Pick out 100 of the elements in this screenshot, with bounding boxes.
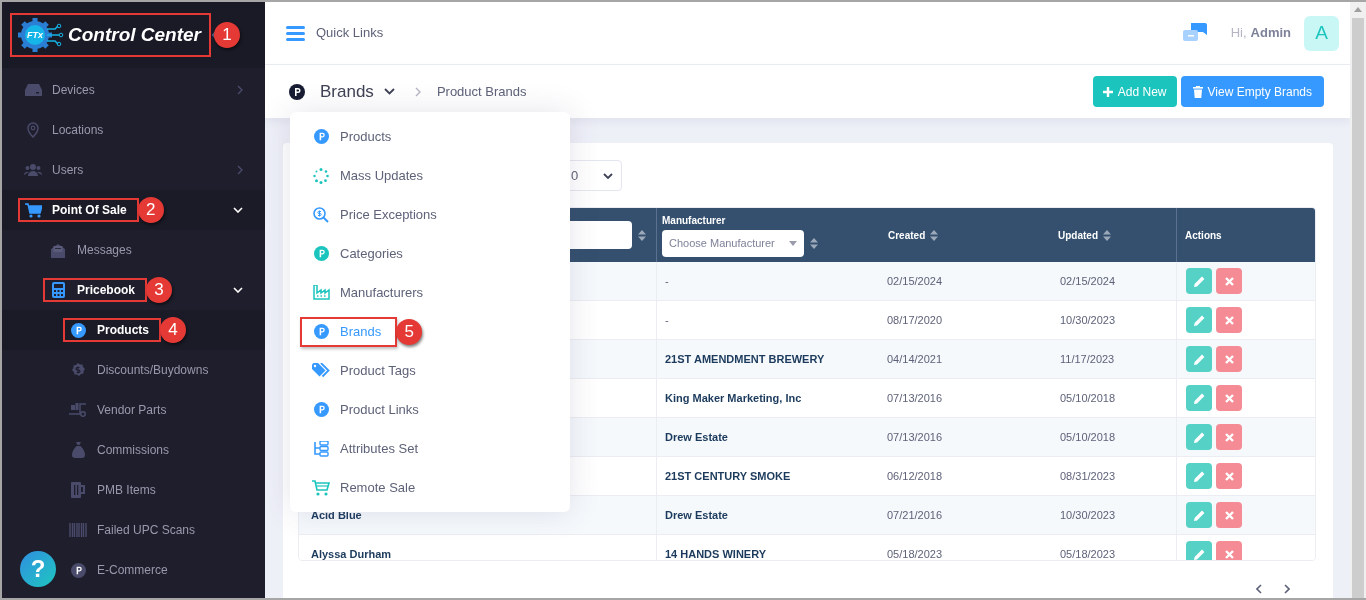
delete-button[interactable] — [1216, 463, 1242, 489]
pencil-icon — [1193, 353, 1205, 365]
table-cell-text: 10/30/2023 — [1060, 312, 1116, 328]
chevron-down-icon[interactable] — [233, 287, 243, 293]
mug-icon — [70, 482, 86, 498]
up-arrow-icon[interactable] — [1354, 7, 1362, 12]
sidebar-item[interactable]: Pricebook — [43, 278, 148, 302]
table-cell-text: Drew Estate — [665, 429, 728, 445]
sidebar-item[interactable]: Messages — [43, 238, 144, 262]
table-cell-text: 06/12/2018 — [887, 468, 943, 484]
menu-item[interactable]: Attributes Set — [300, 433, 435, 464]
drive-icon — [24, 84, 42, 96]
chevron-down-icon — [383, 88, 395, 95]
table-cell-text: 07/13/2016 — [887, 390, 943, 406]
pencil-icon — [1193, 470, 1205, 482]
sidebar-item[interactable]: Devices — [18, 78, 107, 102]
sidebar-item[interactable]: Locations — [18, 118, 116, 142]
cart-icon — [312, 479, 330, 496]
sidebar-item[interactable]: Commissions — [63, 438, 181, 462]
users-icon — [24, 164, 42, 176]
table-cell-text: Alyssa Durham — [311, 546, 392, 560]
delete-button[interactable] — [1216, 502, 1242, 528]
edit-button[interactable] — [1186, 268, 1212, 294]
sort-icon[interactable] — [930, 229, 939, 241]
logo-text: Control Center — [68, 22, 201, 47]
table-cell-text: 02/15/2024 — [1060, 273, 1116, 289]
menu-icon[interactable] — [286, 25, 305, 41]
sidebar-item[interactable]: Users — [18, 158, 96, 182]
sidebar-item[interactable]: Products — [63, 318, 161, 342]
column-header: Actions — [1185, 228, 1222, 243]
table-cell-text: 07/13/2016 — [887, 429, 943, 445]
sort-icon[interactable] — [638, 229, 646, 241]
breadcrumb-text: Product Brands — [436, 82, 527, 101]
delete-button[interactable] — [1216, 385, 1242, 411]
table-cell-text: - — [665, 273, 669, 289]
menu-item[interactable]: Price Exceptions — [300, 199, 453, 230]
caret-down-icon — [789, 241, 797, 246]
dotted-circle-icon — [313, 167, 329, 184]
pencil-icon — [1193, 548, 1205, 560]
edit-button[interactable] — [1186, 424, 1212, 450]
chevron-down-icon[interactable] — [233, 207, 243, 213]
delete-button[interactable] — [1216, 541, 1242, 560]
envelope-icon — [50, 242, 66, 258]
menu-item[interactable]: Remote Sale — [300, 472, 432, 503]
sidebar-item[interactable]: PMB Items — [63, 478, 168, 502]
table-cell-text: 07/21/2016 — [887, 507, 943, 523]
menu-item[interactable]: Categories — [300, 238, 419, 269]
table-cell-text: 05/10/2018 — [1060, 429, 1116, 445]
dollar-badge-icon — [71, 363, 85, 377]
menu-item[interactable]: Product Tags — [300, 355, 432, 386]
menu-item[interactable]: Mass Updates — [300, 160, 440, 191]
sidebar-item[interactable]: Vendor Parts — [63, 398, 179, 422]
sidebar-item[interactable]: Point Of Sale — [18, 198, 139, 222]
p-circle-icon — [70, 562, 86, 578]
edit-button[interactable] — [1186, 307, 1212, 333]
dollar-search-icon — [313, 206, 329, 223]
chevron-right-icon[interactable] — [1284, 584, 1290, 594]
table-cell-text: 05/10/2018 — [1060, 390, 1116, 406]
chat-icon[interactable] — [1182, 23, 1207, 43]
menu-item[interactable]: Products — [300, 121, 408, 152]
table-cell-text: 05/18/2023 — [1060, 546, 1116, 560]
table-cell-text: 05/18/2023 — [887, 546, 943, 560]
callout-badge: 4 — [160, 317, 186, 343]
quick-links-link[interactable]: Quick Links — [316, 23, 384, 43]
p-circle-icon — [313, 402, 329, 417]
close-icon — [1224, 393, 1234, 403]
pencil-icon — [1193, 431, 1205, 443]
delete-button[interactable] — [1216, 307, 1242, 333]
greeting-text: Hi, — [1230, 24, 1247, 43]
close-icon — [1224, 471, 1234, 481]
sidebar-item[interactable]: Failed UPC Scans — [63, 518, 208, 542]
edit-button[interactable] — [1186, 463, 1212, 489]
brands-dropdown[interactable]: Brands — [320, 78, 395, 105]
edit-button[interactable] — [1186, 502, 1212, 528]
column-header: Manufacturer — [662, 214, 727, 228]
pencil-icon — [1193, 275, 1205, 287]
delete-button[interactable] — [1216, 268, 1242, 294]
edit-button[interactable] — [1186, 541, 1212, 560]
sort-icon[interactable] — [1103, 229, 1111, 241]
sidebar-item[interactable]: Discounts/Buydowns — [63, 358, 221, 382]
delete-button[interactable] — [1216, 424, 1242, 450]
scrollbar[interactable] — [1350, 2, 1366, 598]
manufacturer-select[interactable]: Choose Manufacturer — [662, 230, 804, 257]
column-header: Updated — [1058, 228, 1098, 243]
p-circle-icon — [70, 322, 86, 338]
edit-button[interactable] — [1186, 346, 1212, 372]
chevron-left-icon[interactable] — [1256, 584, 1262, 594]
table-cell-text: King Maker Marketing, Inc — [665, 390, 802, 406]
close-icon — [1224, 432, 1234, 442]
menu-item[interactable]: Product Links — [300, 394, 435, 425]
column-header: Created — [888, 228, 926, 243]
sidebar-item[interactable]: E-Commerce — [63, 558, 180, 582]
scrollbar-thumb[interactable] — [1352, 18, 1364, 598]
user-name: Admin — [1250, 24, 1291, 43]
table-cell-text: 10/30/2023 — [1060, 507, 1116, 523]
delete-button[interactable] — [1216, 346, 1242, 372]
factory-icon — [312, 285, 330, 300]
edit-button[interactable] — [1186, 385, 1212, 411]
menu-item[interactable]: Manufacturers — [300, 277, 440, 308]
sort-icon[interactable] — [810, 238, 818, 249]
